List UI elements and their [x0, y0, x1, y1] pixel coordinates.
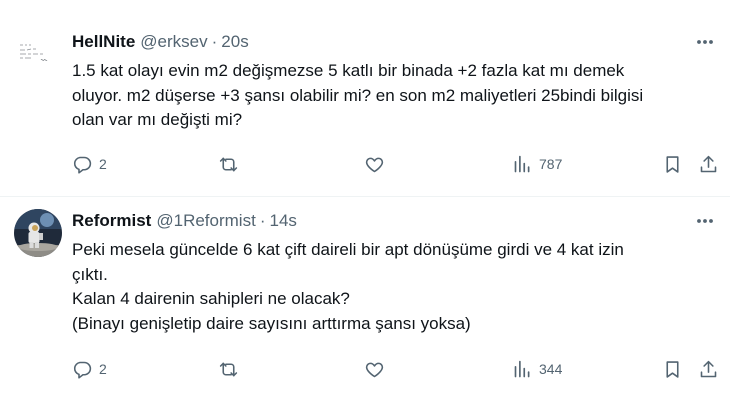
- repost-icon: [219, 362, 238, 376]
- tweet-text-line: 1.5 kat olayı evin m2 değişmezse 5 katlı…: [72, 61, 625, 80]
- reply-count: 2: [99, 361, 107, 377]
- author-handle[interactable]: @1Reformist: [156, 211, 255, 231]
- avatar-sketch-icon: [20, 44, 48, 61]
- separator-dot: ·: [211, 32, 218, 51]
- tweet-actions: 2 344: [0, 357, 730, 381]
- views-icon: [514, 360, 530, 377]
- more-icon: [697, 40, 713, 44]
- heart-icon: [365, 362, 384, 377]
- tweet-text-line: çıktı.: [72, 264, 108, 284]
- timestamp[interactable]: 14s: [269, 211, 296, 231]
- views-button[interactable]: 344: [512, 357, 562, 381]
- bookmark-icon: [666, 155, 679, 173]
- more-icon: [697, 219, 713, 223]
- reply-button[interactable]: 2: [72, 357, 107, 381]
- reply-icon: [73, 156, 92, 174]
- like-button[interactable]: [364, 357, 385, 381]
- share-button[interactable]: [698, 152, 719, 176]
- views-count: 344: [539, 361, 563, 377]
- author-name[interactable]: HellNite: [72, 32, 135, 52]
- views-button[interactable]: 787: [512, 152, 562, 176]
- bookmark-icon: [666, 360, 679, 378]
- bookmark-button[interactable]: [662, 357, 683, 381]
- tweet-text-line: (Binayı genişletip daire sayısını arttır…: [72, 313, 471, 333]
- more-options-button[interactable]: [694, 210, 716, 232]
- timestamp[interactable]: 20s: [221, 32, 248, 52]
- repost-button[interactable]: [218, 357, 239, 381]
- avatar[interactable]: [14, 28, 62, 76]
- tweet[interactable]: HellNite @erksev · 20s 1.5 kat olayı evi…: [0, 0, 730, 196]
- views-icon: [514, 155, 530, 172]
- bookmark-button[interactable]: [662, 152, 683, 176]
- separator-dot: ·: [259, 211, 266, 230]
- tweet-header: Reformist @1Reformist · 14s: [72, 210, 297, 232]
- tweet-text: 1.5 kat olayı evin m2 değişmezse 5 katlı…: [72, 59, 712, 133]
- like-button[interactable]: [364, 152, 385, 176]
- share-icon: [700, 155, 717, 172]
- avatar[interactable]: [14, 209, 62, 257]
- heart-icon: [365, 157, 384, 172]
- reply-count: 2: [99, 156, 107, 172]
- author-name[interactable]: Reformist: [72, 211, 151, 231]
- views-count: 787: [539, 156, 563, 172]
- tweet-text-line: Kalan 4 dairenin sahipleri ne olacak?: [72, 289, 350, 308]
- astronaut-avatar-icon: [14, 209, 62, 257]
- tweet-actions: 2 787: [0, 152, 730, 176]
- repost-button[interactable]: [218, 152, 239, 176]
- repost-icon: [219, 157, 238, 171]
- tweet-text: Peki mesela güncelde 6 kat çift daireli …: [72, 238, 712, 336]
- more-options-button[interactable]: [694, 31, 716, 53]
- tweet-text-line: Peki mesela güncelde 6 kat çift daireli …: [72, 240, 624, 259]
- tweet-text-line: oluyor. m2 düşerse +3 şansı olabilir mi?…: [72, 85, 644, 105]
- share-icon: [700, 360, 717, 377]
- tweet[interactable]: Reformist @1Reformist · 14s Peki mesela …: [0, 197, 730, 420]
- reply-button[interactable]: 2: [72, 152, 107, 176]
- tweet-header: HellNite @erksev · 20s: [72, 31, 249, 53]
- author-handle[interactable]: @erksev: [140, 32, 207, 52]
- reply-icon: [73, 361, 92, 379]
- share-button[interactable]: [698, 357, 719, 381]
- tweet-text-line: olan var mı değişti mi?: [72, 110, 243, 129]
